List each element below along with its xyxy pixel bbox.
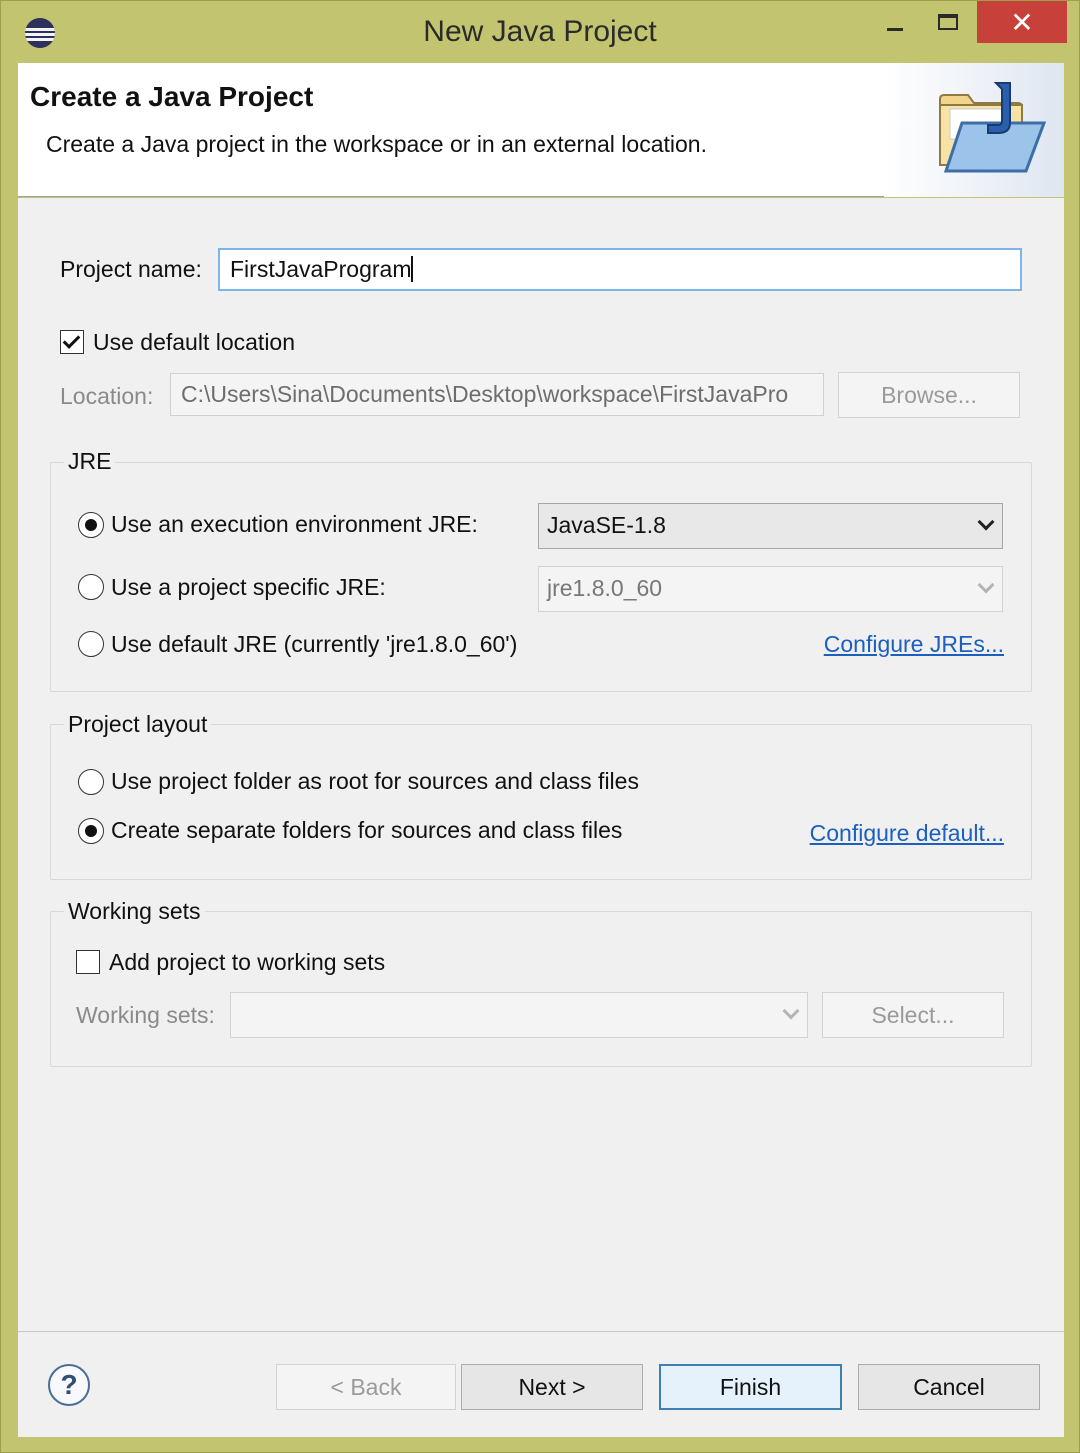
- working-sets-group: [50, 911, 1032, 1067]
- title-bar[interactable]: New Java Project ✕: [1, 1, 1079, 63]
- project-name-label: Project name:: [60, 256, 202, 282]
- add-to-working-sets-label: Add project to working sets: [109, 949, 386, 975]
- default-jre-label: Use default JRE (currently 'jre1.8.0_60'…: [111, 631, 518, 657]
- maximize-icon: [938, 14, 958, 30]
- select-working-sets-button[interactable]: Select...: [822, 992, 1004, 1038]
- chevron-down-icon: [977, 576, 995, 594]
- use-default-location-label: Use default location: [93, 329, 296, 355]
- wizard-header: Create a Java Project Create a Java proj…: [18, 63, 1064, 197]
- finish-button[interactable]: Finish: [659, 1364, 842, 1410]
- project-specific-jre-select[interactable]: jre1.8.0_60: [538, 566, 1003, 612]
- location-label: Location:: [60, 383, 154, 409]
- maximize-button[interactable]: [926, 1, 970, 43]
- working-sets-group-title: Working sets: [64, 898, 205, 925]
- execution-env-select[interactable]: JavaSE-1.8: [538, 503, 1003, 549]
- working-sets-select[interactable]: [230, 992, 808, 1038]
- wizard-description: Create a Java project in the workspace o…: [46, 131, 707, 157]
- project-layout-group-title: Project layout: [64, 711, 212, 738]
- browse-button[interactable]: Browse...: [838, 372, 1020, 418]
- project-name-input[interactable]: FirstJavaProgram: [218, 248, 1022, 291]
- radio-project-folder-root[interactable]: [78, 769, 104, 795]
- configure-default-link[interactable]: Configure default...: [810, 820, 1004, 847]
- separate-folders-label: Create separate folders for sources and …: [111, 817, 623, 843]
- wizard-content: Project name: FirstJavaProgram Use defau…: [18, 198, 1064, 1331]
- checkmark-icon: [62, 331, 81, 349]
- use-default-location-checkbox[interactable]: [60, 330, 84, 354]
- close-icon: ✕: [1010, 6, 1034, 38]
- radio-separate-folders[interactable]: [78, 818, 104, 844]
- jre-group-title: JRE: [64, 448, 116, 475]
- close-button[interactable]: ✕: [977, 1, 1067, 43]
- minimize-button[interactable]: [873, 1, 917, 43]
- radio-execution-env-jre[interactable]: [78, 512, 104, 538]
- help-icon[interactable]: ?: [48, 1364, 90, 1406]
- java-project-folder-icon: [939, 82, 1047, 173]
- configure-jres-link[interactable]: Configure JREs...: [824, 631, 1004, 658]
- window-title: New Java Project: [423, 15, 657, 48]
- execution-env-jre-label: Use an execution environment JRE:: [111, 511, 478, 537]
- radio-default-jre[interactable]: [78, 631, 104, 657]
- next-button[interactable]: Next >: [461, 1364, 643, 1410]
- wizard-title: Create a Java Project: [30, 81, 314, 112]
- new-java-project-window: New Java Project ✕ Create a Java Project…: [0, 0, 1080, 1453]
- project-specific-jre-label: Use a project specific JRE:: [111, 574, 386, 600]
- cancel-button[interactable]: Cancel: [858, 1364, 1040, 1410]
- project-folder-root-label: Use project folder as root for sources a…: [111, 768, 639, 794]
- chevron-down-icon: [782, 1002, 800, 1020]
- text-caret: [411, 256, 414, 282]
- location-input[interactable]: C:\Users\Sina\Documents\Desktop\workspac…: [170, 373, 824, 416]
- radio-project-specific-jre[interactable]: [78, 574, 104, 600]
- wizard-footer: ? < Back Next > Finish Cancel: [18, 1331, 1064, 1437]
- chevron-down-icon: [977, 513, 995, 531]
- minimize-icon: [887, 27, 903, 31]
- back-button[interactable]: < Back: [276, 1364, 456, 1410]
- working-sets-label: Working sets:: [76, 1002, 215, 1028]
- project-layout-group: [50, 724, 1032, 880]
- add-to-working-sets-checkbox[interactable]: [76, 950, 100, 974]
